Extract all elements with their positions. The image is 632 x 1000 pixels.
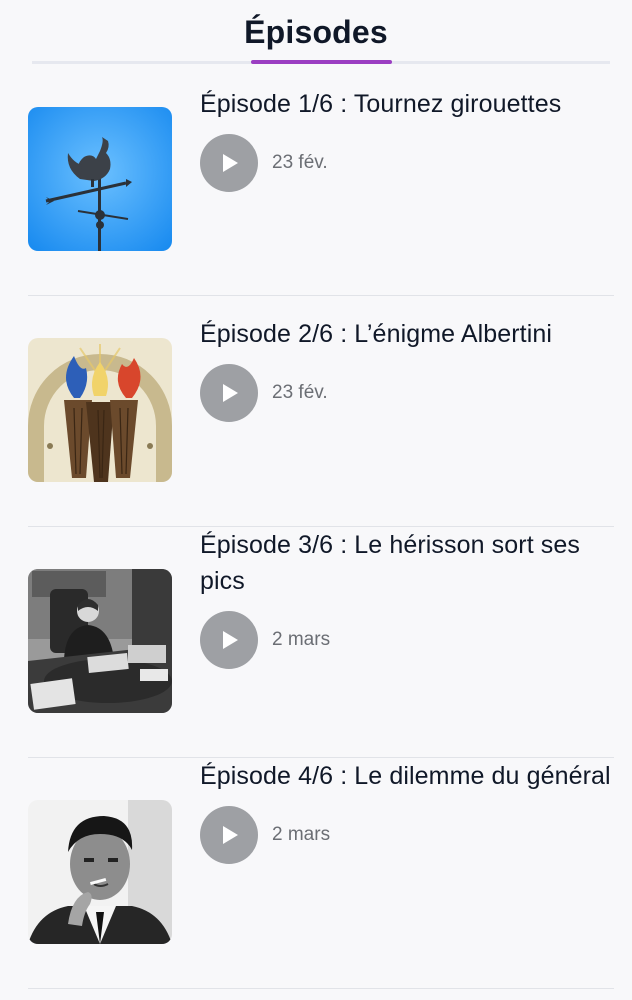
episode-meta: 23 fév. <box>200 364 620 422</box>
episode-divider <box>28 988 614 989</box>
play-icon <box>223 384 238 402</box>
episode-item-4[interactable]: Épisode 4/6 : Le dilemme du général 2 ma… <box>0 758 632 989</box>
episode-info: Épisode 4/6 : Le dilemme du général 2 ma… <box>200 758 620 864</box>
tab-episodes[interactable]: Épisodes <box>244 14 388 57</box>
episode-item-3[interactable]: Épisode 3/6 : Le hérisson sort ses pics … <box>0 527 632 758</box>
episode-title[interactable]: Épisode 1/6 : Tournez girouettes <box>200 86 620 122</box>
episode-info: Épisode 3/6 : Le hérisson sort ses pics … <box>200 527 620 669</box>
episode-item-1[interactable]: Épisode 1/6 : Tournez girouettes 23 fév. <box>0 66 632 296</box>
episode-info: Épisode 2/6 : L’énigme Albertini 23 fév. <box>200 316 620 422</box>
play-icon <box>223 154 238 172</box>
torch-flames-poster-image[interactable] <box>28 338 172 482</box>
episode-date: 23 fév. <box>272 152 328 173</box>
episode-info: Épisode 1/6 : Tournez girouettes 23 fév. <box>200 86 620 192</box>
man-smoking-portrait-photo[interactable] <box>28 800 172 944</box>
play-icon <box>223 631 238 649</box>
play-icon <box>223 826 238 844</box>
play-button[interactable] <box>200 134 258 192</box>
episode-date: 2 mars <box>272 629 331 650</box>
weathervane-rooster-image[interactable] <box>28 107 172 251</box>
episodes-header: Épisodes <box>0 0 632 66</box>
episode-meta: 2 mars <box>200 611 620 669</box>
play-button[interactable] <box>200 611 258 669</box>
episode-title[interactable]: Épisode 4/6 : Le dilemme du général <box>200 758 620 794</box>
woman-at-desk-photo[interactable] <box>28 569 172 713</box>
play-button[interactable] <box>200 364 258 422</box>
episode-item-2[interactable]: Épisode 2/6 : L’énigme Albertini 23 fév. <box>0 296 632 527</box>
episode-title[interactable]: Épisode 2/6 : L’énigme Albertini <box>200 316 620 352</box>
episode-meta: 2 mars <box>200 806 620 864</box>
episode-list: Épisode 1/6 : Tournez girouettes 23 fév. <box>0 66 632 989</box>
episode-title[interactable]: Épisode 3/6 : Le hérisson sort ses pics <box>200 527 620 599</box>
play-button[interactable] <box>200 806 258 864</box>
episode-date: 2 mars <box>272 824 331 845</box>
tab-active-indicator <box>251 60 392 64</box>
episode-date: 23 fév. <box>272 382 328 403</box>
episode-meta: 23 fév. <box>200 134 620 192</box>
